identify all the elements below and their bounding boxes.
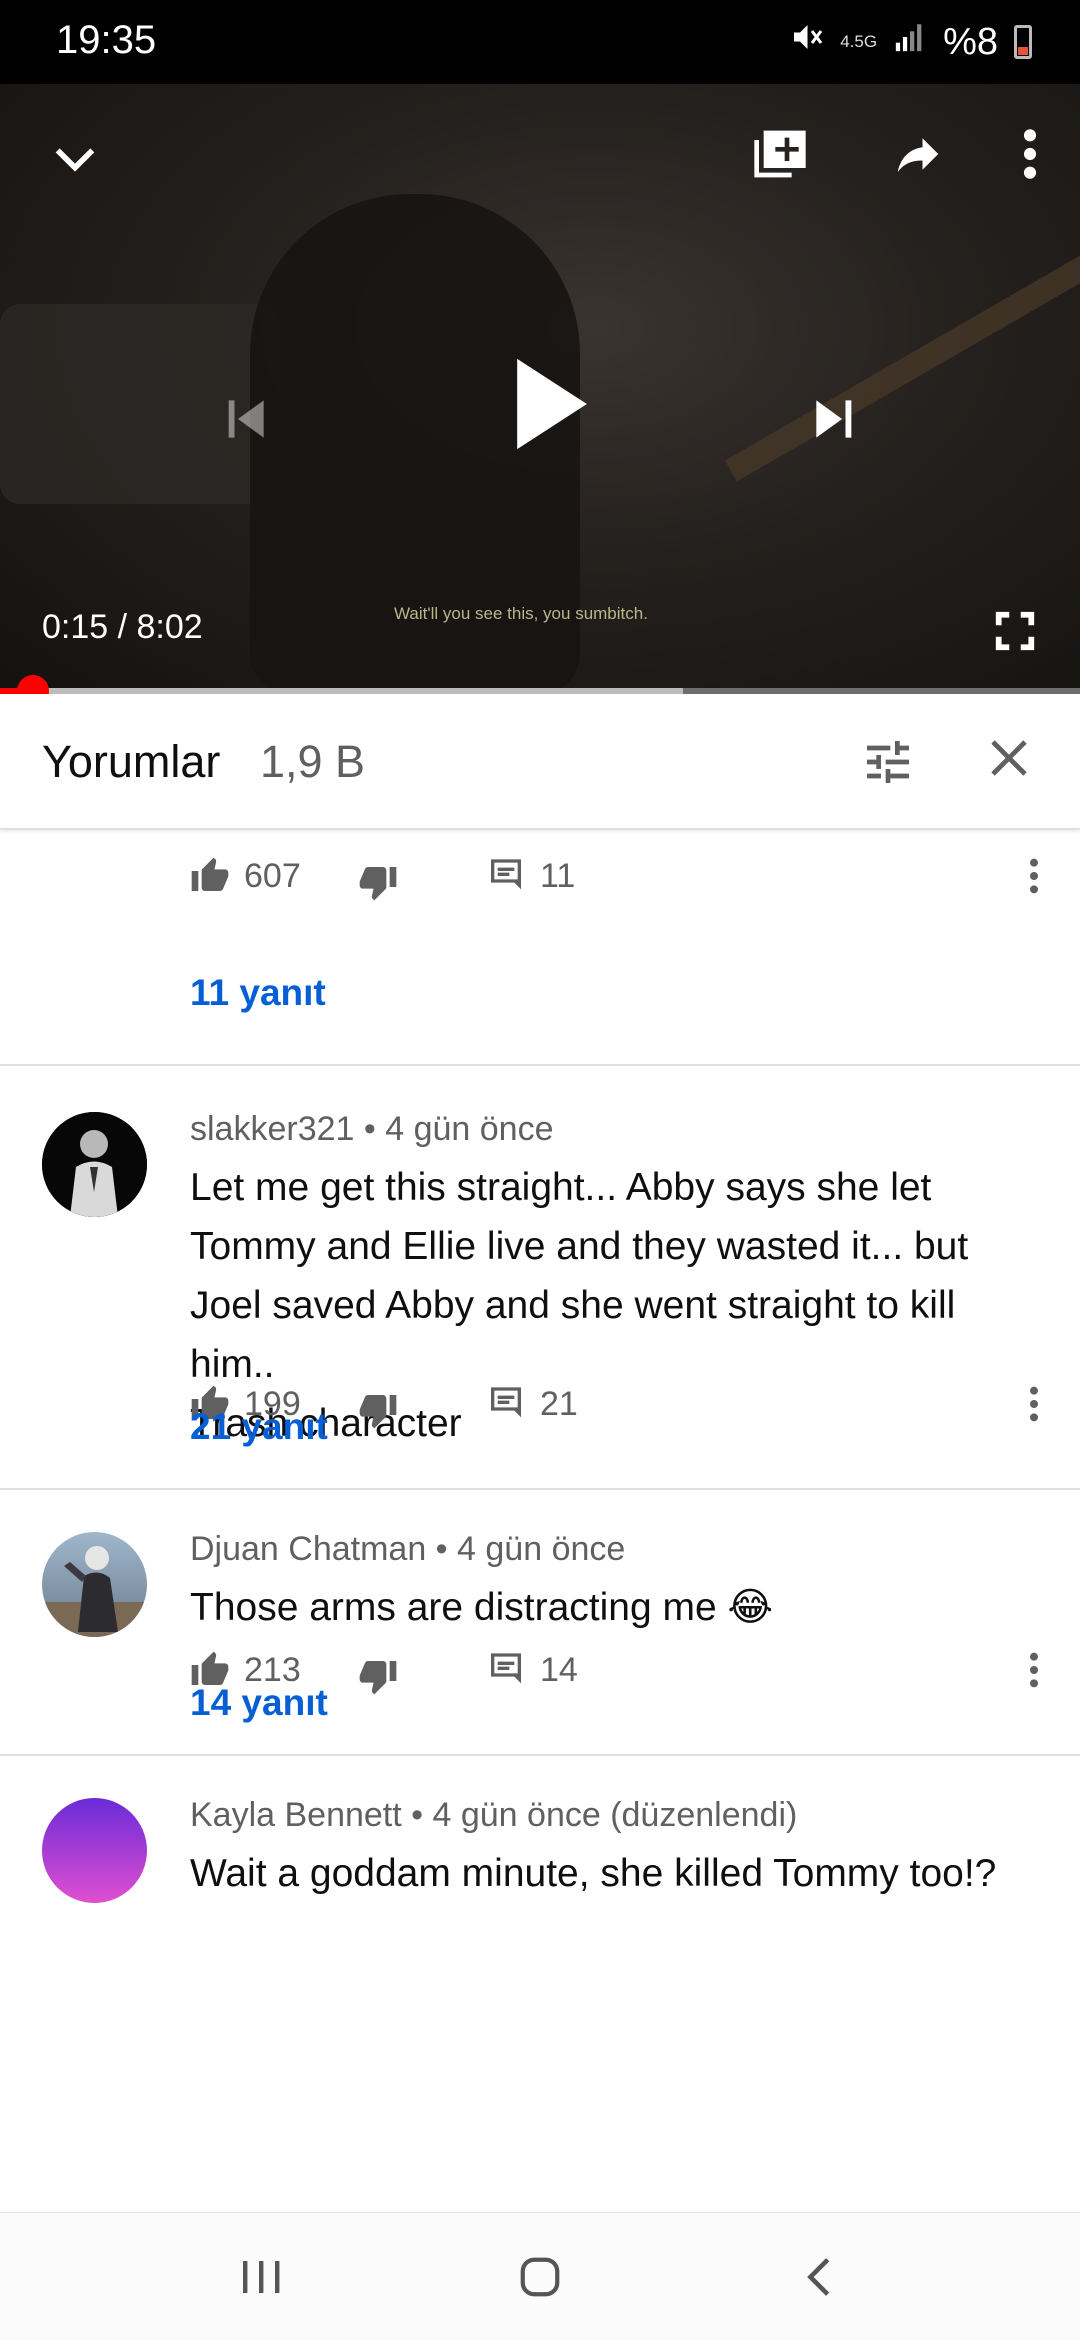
chevron-down-icon bbox=[55, 148, 95, 172]
more-vert-icon bbox=[1030, 1652, 1038, 1688]
close-comments-button[interactable] bbox=[985, 734, 1045, 794]
dislike-button[interactable] bbox=[358, 862, 398, 902]
reply-button[interactable]: 11 bbox=[486, 856, 575, 896]
comment-item: 607 11 11 yanıt bbox=[0, 832, 1080, 1066]
share-arrow-icon bbox=[897, 138, 939, 172]
thumb-down-icon bbox=[359, 867, 397, 901]
home-button[interactable] bbox=[505, 2245, 575, 2309]
like-count: 607 bbox=[244, 856, 301, 895]
comment-body: Wait a goddam minute, she killed Tommy t… bbox=[190, 1852, 997, 1895]
share-button[interactable] bbox=[883, 119, 953, 189]
comment-more-button[interactable] bbox=[1028, 1384, 1040, 1429]
more-vert-icon bbox=[1023, 129, 1037, 179]
more-vert-icon bbox=[1030, 858, 1038, 894]
fullscreen-icon bbox=[995, 611, 1035, 651]
playlist-add-icon bbox=[754, 130, 806, 178]
reply-button[interactable]: 21 bbox=[486, 1384, 578, 1424]
comment-bubble-icon bbox=[491, 1653, 521, 1684]
video-frame-rail bbox=[724, 230, 1080, 482]
comment-meta: Djuan Chatman • 4 gün önce bbox=[190, 1530, 626, 1568]
recent-apps-icon bbox=[243, 2261, 280, 2293]
previous-video-button[interactable] bbox=[210, 384, 280, 454]
collapse-button[interactable] bbox=[40, 124, 110, 194]
comment-meta: Kayla Bennett • 4 gün önce (düzenlendi) bbox=[190, 1796, 798, 1834]
close-icon bbox=[991, 740, 1027, 776]
thumb-down-icon bbox=[359, 1661, 397, 1695]
video-time: 0:15 / 8:02 bbox=[42, 608, 203, 646]
reply-count: 21 bbox=[540, 1384, 578, 1423]
avatar[interactable] bbox=[42, 1798, 147, 1903]
avatar-image bbox=[42, 1112, 147, 1217]
comment-bubble-icon bbox=[491, 859, 521, 890]
comment-item: Djuan Chatman • 4 gün önce Those arms ar… bbox=[0, 1492, 1080, 1756]
home-icon bbox=[520, 2257, 560, 2297]
dislike-button[interactable] bbox=[358, 1656, 398, 1696]
mute-vibrate-icon bbox=[788, 19, 824, 65]
dislike-button[interactable] bbox=[358, 1390, 398, 1430]
signal-icon bbox=[893, 20, 927, 64]
comment-actions: 607 11 bbox=[190, 856, 1070, 906]
avatar[interactable] bbox=[42, 1112, 147, 1217]
comment-item: Kayla Bennett • 4 gün önce (düzenlendi) … bbox=[0, 1758, 1080, 2212]
comments-count: 1,9 B bbox=[260, 736, 366, 787]
sort-comments-button[interactable] bbox=[860, 734, 920, 794]
comments-header: Yorumlar 1,9 B bbox=[0, 694, 1080, 830]
battery-percent: %8 bbox=[943, 20, 998, 63]
status-icons: 4.5G %8 bbox=[788, 14, 1032, 70]
comment-more-button[interactable] bbox=[1028, 1650, 1040, 1695]
skip-previous-icon bbox=[228, 400, 264, 438]
comment-body: Those arms are distracting me 😂 bbox=[190, 1586, 774, 1629]
comment-more-button[interactable] bbox=[1028, 856, 1040, 901]
reply-count: 11 bbox=[540, 856, 576, 895]
thumb-down-icon bbox=[359, 1395, 397, 1429]
next-video-button[interactable] bbox=[800, 384, 870, 454]
status-time: 19:35 bbox=[56, 18, 157, 62]
comment-meta: slakker321 • 4 gün önce bbox=[190, 1110, 554, 1148]
comment-item: slakker321 • 4 gün önce Let me get this … bbox=[0, 1068, 1080, 1490]
thumb-up-icon bbox=[191, 857, 229, 891]
battery-low-icon bbox=[1014, 25, 1032, 59]
comment-list[interactable]: 607 11 11 yanıt slakker321 • 4 gün önce … bbox=[0, 832, 1080, 2212]
back-button[interactable] bbox=[785, 2245, 855, 2309]
view-replies-link[interactable]: 21 yanıt bbox=[190, 1406, 328, 1448]
comment-bubble-icon bbox=[491, 1387, 521, 1418]
comments-title: Yorumlar bbox=[42, 736, 221, 787]
more-vert-icon bbox=[1030, 1386, 1038, 1422]
video-more-options-button[interactable] bbox=[1000, 119, 1060, 189]
view-replies-link[interactable]: 14 yanıt bbox=[190, 1682, 328, 1724]
video-subtitle: Wait'll you see this, you sumbitch. bbox=[394, 604, 648, 623]
add-to-playlist-button[interactable] bbox=[745, 119, 815, 189]
like-button[interactable]: 607 bbox=[190, 856, 301, 896]
sort-tune-icon bbox=[867, 741, 909, 783]
seek-bar-thumb[interactable] bbox=[17, 675, 50, 694]
avatar-image bbox=[42, 1798, 147, 1903]
system-nav-bar bbox=[0, 2212, 1080, 2340]
skip-next-icon bbox=[816, 400, 852, 438]
video-player[interactable]: 0:15 / 8:02 Wait'll you see this, you su… bbox=[0, 84, 1080, 694]
reply-count: 14 bbox=[540, 1650, 578, 1689]
play-icon bbox=[517, 358, 587, 450]
avatar[interactable] bbox=[42, 1532, 147, 1637]
network-type: 4.5G bbox=[840, 32, 878, 51]
back-icon bbox=[807, 2258, 830, 2296]
play-button[interactable] bbox=[500, 334, 600, 474]
status-bar: 19:35 4.5G %8 bbox=[0, 0, 1080, 84]
fullscreen-button[interactable] bbox=[980, 596, 1050, 666]
reply-button[interactable]: 14 bbox=[486, 1650, 578, 1690]
view-replies-link[interactable]: 11 yanıt bbox=[190, 972, 326, 1014]
avatar-image bbox=[42, 1532, 147, 1637]
recent-apps-button[interactable] bbox=[226, 2245, 296, 2309]
